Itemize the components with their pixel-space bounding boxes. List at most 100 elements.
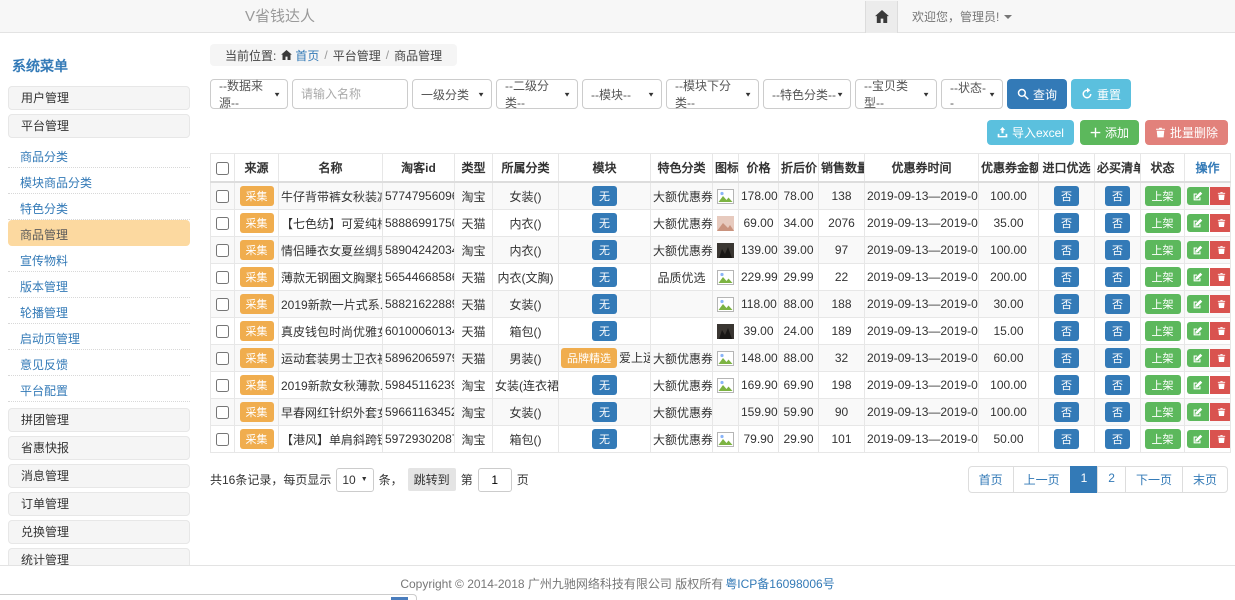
sidebar-item[interactable]: 平台配置: [8, 376, 190, 402]
jump-page-input[interactable]: [478, 468, 512, 492]
import-select-toggle[interactable]: 否: [1054, 240, 1079, 260]
name-search-input[interactable]: [292, 79, 408, 109]
level1-category-select[interactable]: 一级分类▼: [412, 79, 492, 109]
sidebar-item[interactable]: 轮播管理: [8, 298, 190, 324]
must-buy-toggle[interactable]: 否: [1105, 402, 1130, 422]
row-checkbox[interactable]: [216, 433, 229, 446]
must-buy-toggle[interactable]: 否: [1105, 429, 1130, 449]
status-button[interactable]: 上架: [1145, 213, 1181, 233]
must-buy-toggle[interactable]: 否: [1105, 213, 1130, 233]
must-buy-toggle[interactable]: 否: [1105, 375, 1130, 395]
delete-button[interactable]: [1210, 187, 1231, 205]
edit-button[interactable]: [1187, 241, 1209, 259]
import-select-toggle[interactable]: 否: [1054, 213, 1079, 233]
row-checkbox[interactable]: [216, 244, 229, 257]
import-select-toggle[interactable]: 否: [1054, 348, 1079, 368]
delete-button[interactable]: [1210, 403, 1231, 421]
per-page-select[interactable]: 10 ▼: [336, 468, 373, 492]
delete-button[interactable]: [1210, 430, 1231, 448]
user-menu[interactable]: 欢迎您，管理员!: [912, 8, 1012, 25]
status-button[interactable]: 上架: [1145, 429, 1181, 449]
edit-button[interactable]: [1187, 295, 1209, 313]
edit-button[interactable]: [1187, 187, 1209, 205]
must-buy-toggle[interactable]: 否: [1105, 186, 1130, 206]
sidebar-item[interactable]: 用户管理: [8, 86, 190, 110]
status-button[interactable]: 上架: [1145, 321, 1181, 341]
sidebar-item[interactable]: 宣传物料: [8, 246, 190, 272]
status-button[interactable]: 上架: [1145, 186, 1181, 206]
page-button[interactable]: 1: [1070, 466, 1099, 493]
icp-link[interactable]: 粤ICP备16098006号: [725, 575, 834, 592]
status-select[interactable]: --状态--▼: [941, 79, 1003, 109]
sidebar-item[interactable]: 启动页管理: [8, 324, 190, 350]
edit-button[interactable]: [1187, 430, 1209, 448]
row-checkbox[interactable]: [216, 217, 229, 230]
reset-button[interactable]: 重置: [1071, 79, 1131, 109]
delete-button[interactable]: [1210, 295, 1231, 313]
status-button[interactable]: 上架: [1145, 267, 1181, 287]
search-button[interactable]: 查询: [1007, 79, 1067, 109]
page-button[interactable]: 末页: [1182, 466, 1228, 493]
batch-delete-button[interactable]: 批量删除: [1145, 120, 1228, 145]
add-button[interactable]: 添加: [1080, 120, 1139, 145]
module-select[interactable]: --模块--▼: [582, 79, 662, 109]
must-buy-toggle[interactable]: 否: [1105, 294, 1130, 314]
sidebar-item[interactable]: 模块商品分类: [8, 168, 190, 194]
sidebar-item[interactable]: 意见反馈: [8, 350, 190, 376]
home-button[interactable]: [865, 1, 898, 33]
module-subcategory-select[interactable]: --模块下分类--▼: [666, 79, 759, 109]
page-button[interactable]: 下一页: [1125, 466, 1183, 493]
edit-button[interactable]: [1187, 376, 1209, 394]
edit-button[interactable]: [1187, 268, 1209, 286]
level2-category-select[interactable]: --二级分类--▼: [496, 79, 578, 109]
row-checkbox[interactable]: [216, 352, 229, 365]
sidebar-item[interactable]: 商品分类: [8, 142, 190, 168]
import-select-toggle[interactable]: 否: [1054, 402, 1079, 422]
import-select-toggle[interactable]: 否: [1054, 294, 1079, 314]
row-checkbox[interactable]: [216, 379, 229, 392]
status-button[interactable]: 上架: [1145, 240, 1181, 260]
status-button[interactable]: 上架: [1145, 294, 1181, 314]
status-button[interactable]: 上架: [1145, 375, 1181, 395]
status-button[interactable]: 上架: [1145, 402, 1181, 422]
delete-button[interactable]: [1210, 376, 1231, 394]
page-button[interactable]: 上一页: [1013, 466, 1071, 493]
import-select-toggle[interactable]: 否: [1054, 375, 1079, 395]
edit-button[interactable]: [1187, 349, 1209, 367]
must-buy-toggle[interactable]: 否: [1105, 240, 1130, 260]
sidebar-item[interactable]: 兑换管理: [8, 520, 190, 544]
sidebar-item[interactable]: 省惠快报: [8, 436, 190, 460]
row-checkbox[interactable]: [216, 325, 229, 338]
page-button[interactable]: 首页: [968, 466, 1014, 493]
breadcrumb-home-label[interactable]: 首页: [295, 47, 319, 64]
edit-button[interactable]: [1187, 322, 1209, 340]
row-checkbox[interactable]: [216, 298, 229, 311]
import-select-toggle[interactable]: 否: [1054, 429, 1079, 449]
delete-button[interactable]: [1210, 322, 1231, 340]
status-button[interactable]: 上架: [1145, 348, 1181, 368]
sidebar-item[interactable]: 版本管理: [8, 272, 190, 298]
sidebar-item[interactable]: 消息管理: [8, 464, 190, 488]
select-all-checkbox[interactable]: [216, 162, 229, 175]
row-checkbox[interactable]: [216, 190, 229, 203]
sidebar-item[interactable]: 特色分类: [8, 194, 190, 220]
delete-button[interactable]: [1210, 241, 1231, 259]
sidebar-item[interactable]: 订单管理: [8, 492, 190, 516]
delete-button[interactable]: [1210, 214, 1231, 232]
row-checkbox[interactable]: [216, 406, 229, 419]
must-buy-toggle[interactable]: 否: [1105, 267, 1130, 287]
feature-category-select[interactable]: --特色分类--▼: [763, 79, 851, 109]
data-source-select[interactable]: --数据来源--▼: [210, 79, 288, 109]
sidebar-item[interactable]: 平台管理: [8, 114, 190, 138]
must-buy-toggle[interactable]: 否: [1105, 321, 1130, 341]
item-type-select[interactable]: --宝贝类型--▼: [855, 79, 937, 109]
import-select-toggle[interactable]: 否: [1054, 186, 1079, 206]
delete-button[interactable]: [1210, 268, 1231, 286]
delete-button[interactable]: [1210, 349, 1231, 367]
import-select-toggle[interactable]: 否: [1054, 267, 1079, 287]
sidebar-item[interactable]: 拼团管理: [8, 408, 190, 432]
sidebar-item[interactable]: 商品管理: [8, 220, 190, 246]
edit-button[interactable]: [1187, 214, 1209, 232]
must-buy-toggle[interactable]: 否: [1105, 348, 1130, 368]
jump-button[interactable]: 跳转到: [408, 468, 456, 491]
